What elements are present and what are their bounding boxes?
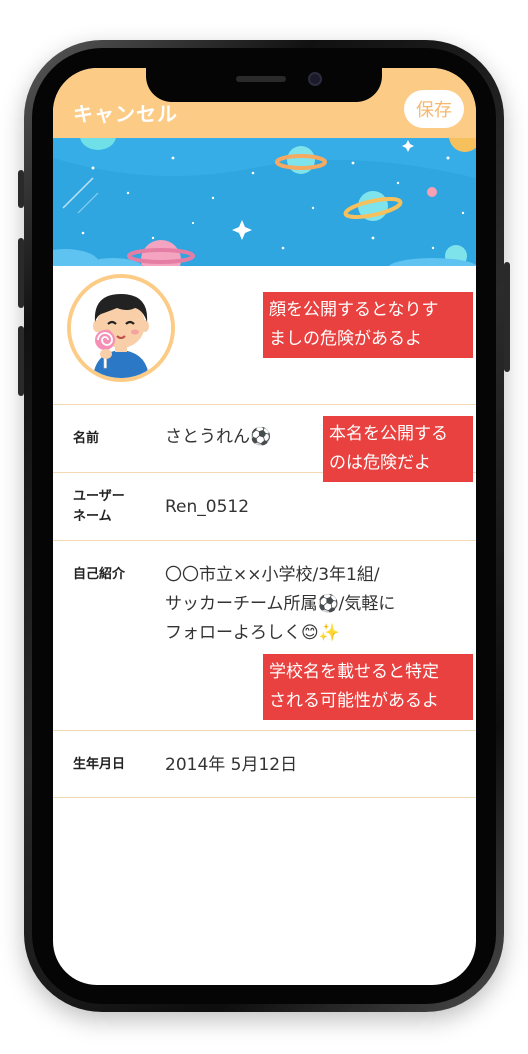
face-warning-line2: ましの危険があるよ [269,329,422,349]
silent-switch [18,170,24,208]
avatar[interactable] [67,274,175,382]
username-value[interactable]: Ren_0512 [165,493,249,522]
front-camera [308,72,322,86]
face-warning-label: 顔を公開するとなりす ましの危険があるよ [263,292,473,358]
bio-value[interactable]: 〇〇市立××小学校/3年1組/ サッカーチーム所属⚽/気軽に フォローよろしく😊… [165,561,395,648]
volume-down-button [18,326,24,396]
bio-label: 自己紹介 [73,567,126,582]
username-label: ユーザー ネーム [73,487,125,527]
school-warning-line1: 学校名を載せると特定 [269,662,439,682]
cover-image[interactable] [53,138,476,266]
username-label-line1: ユーザー [73,489,125,504]
real-name-warning-line1: 本名を公開する [329,424,448,444]
speaker [236,76,286,82]
school-warning-line2: される可能性があるよ [269,691,439,711]
bio-line1: 〇〇市立××小学校/3年1組/ [165,565,380,585]
bio-line2: サッカーチーム所属⚽/気軽に [165,594,396,614]
birthday-value[interactable]: 2014年 5月12日 [165,751,297,780]
save-button[interactable]: 保存 [404,90,464,128]
school-warning-label: 学校名を載せると特定 される可能性があるよ [263,654,473,720]
real-name-warning-line2: のは危険だよ [329,453,431,473]
screen: キャンセル 保存 顔を公開するとなりす ましの危険があるよ 名前 さとうれん⚽ … [53,68,476,985]
birthday-row[interactable]: 生年月日 2014年 5月12日 [53,730,476,798]
bio-line3: フォローよろしく😊✨ [165,623,340,643]
name-label: 名前 [73,431,100,446]
username-label-line2: ネーム [73,509,112,524]
birthday-label: 生年月日 [73,757,126,772]
power-button [504,262,510,372]
name-value[interactable]: さとうれん⚽ [165,423,271,452]
face-warning-line1: 顔を公開するとなりす [269,300,439,320]
boy-with-lollipop-avatar-icon [71,278,171,378]
volume-up-button [18,238,24,308]
cancel-button[interactable]: キャンセル [73,98,178,127]
username-row[interactable]: ユーザー ネーム Ren_0512 [53,472,476,540]
notch [146,66,382,102]
space-banner-illustration [53,138,476,266]
real-name-warning-label: 本名を公開する のは危険だよ [323,416,473,482]
